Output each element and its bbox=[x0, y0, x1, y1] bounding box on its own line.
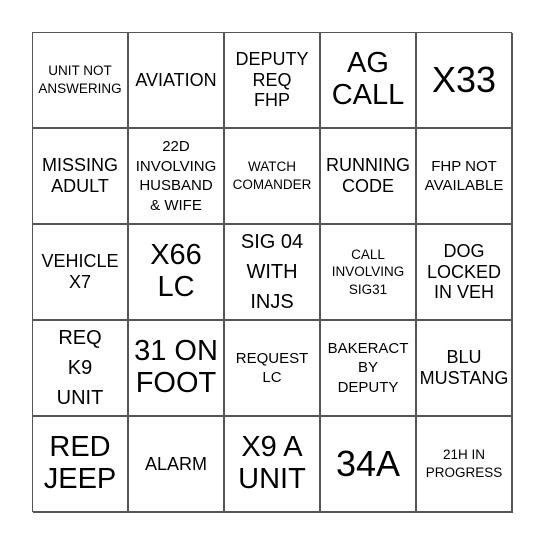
cell-label: 31 ON FOOT bbox=[134, 335, 218, 399]
bingo-cell-r1-c4[interactable]: AG CALL bbox=[321, 33, 417, 129]
cell-label: WATCH COMANDER bbox=[232, 159, 312, 192]
bingo-cell-r4-c1[interactable]: REQ K9 UNIT bbox=[33, 321, 129, 417]
cell-label: AVIATION bbox=[135, 69, 217, 90]
bingo-cell-r5-c1[interactable]: RED JEEP bbox=[33, 417, 129, 513]
bingo-cell-r1-c5[interactable]: X33 bbox=[417, 33, 513, 129]
bingo-cell-r3-c4[interactable]: CALL INVOLVING SIG31 bbox=[321, 225, 417, 321]
cell-label: FHP NOT AVAILABLE bbox=[424, 157, 504, 195]
bingo-cell-r3-c3[interactable]: SIG 04 WITH INJS bbox=[225, 225, 321, 321]
cell-label: 22D INVOLVING HUSBAND & WIFE bbox=[135, 138, 217, 214]
bingo-cell-r3-c1[interactable]: VEHICLE X7 bbox=[33, 225, 129, 321]
cell-label: MISSING ADULT bbox=[41, 155, 118, 196]
cell-label: SIG 04 WITH INJS bbox=[240, 231, 304, 313]
bingo-cell-r3-c2[interactable]: X66 LC bbox=[129, 225, 225, 321]
bingo-cell-r5-c3[interactable]: X9 A UNIT bbox=[225, 417, 321, 513]
cell-label: DEPUTY REQ FHP bbox=[235, 48, 309, 111]
cell-label: X33 bbox=[431, 59, 497, 101]
bingo-cell-r2-c2[interactable]: 22D INVOLVING HUSBAND & WIFE bbox=[129, 129, 225, 225]
cell-label: 34A bbox=[335, 443, 401, 485]
cell-label: BAKERACT BY DEPUTY bbox=[327, 339, 409, 396]
bingo-cell-r2-c3[interactable]: WATCH COMANDER bbox=[225, 129, 321, 225]
bingo-cell-r1-c2[interactable]: AVIATION bbox=[129, 33, 225, 129]
bingo-cell-r4-c2[interactable]: 31 ON FOOT bbox=[129, 321, 225, 417]
cell-label: X9 A UNIT bbox=[238, 431, 306, 495]
cell-label: DOG LOCKED IN VEH bbox=[426, 240, 502, 303]
cell-label: ALARM bbox=[144, 453, 207, 474]
bingo-cell-r1-c1[interactable]: UNIT NOT ANSWERING bbox=[33, 33, 129, 129]
cell-label: VEHICLE X7 bbox=[41, 251, 119, 292]
bingo-cell-r4-c5[interactable]: BLU MUSTANG bbox=[417, 321, 513, 417]
bingo-cell-r2-c4[interactable]: RUNNING CODE bbox=[321, 129, 417, 225]
cell-label: X66 LC bbox=[150, 239, 202, 303]
bingo-board: UNIT NOT ANSWERING AVIATION DEPUTY REQ F… bbox=[32, 32, 513, 513]
bingo-cell-r2-c1[interactable]: MISSING ADULT bbox=[33, 129, 129, 225]
cell-label: UNIT NOT ANSWERING bbox=[38, 63, 122, 96]
cell-label: CALL INVOLVING SIG31 bbox=[331, 246, 405, 297]
cell-label: AG CALL bbox=[331, 47, 405, 111]
bingo-cell-r4-c3[interactable]: REQUEST LC bbox=[225, 321, 321, 417]
bingo-cell-r5-c4[interactable]: 34A bbox=[321, 417, 417, 513]
bingo-cell-r1-c3[interactable]: DEPUTY REQ FHP bbox=[225, 33, 321, 129]
cell-label: REQUEST LC bbox=[235, 349, 309, 387]
cell-label: RED JEEP bbox=[43, 431, 117, 495]
cell-label: RUNNING CODE bbox=[326, 155, 410, 196]
cell-label: REQ K9 UNIT bbox=[56, 327, 104, 409]
bingo-cell-r4-c4[interactable]: BAKERACT BY DEPUTY bbox=[321, 321, 417, 417]
cell-label: 21H IN PROGRESS bbox=[425, 447, 503, 480]
bingo-cell-r3-c5[interactable]: DOG LOCKED IN VEH bbox=[417, 225, 513, 321]
bingo-cell-r2-c5[interactable]: FHP NOT AVAILABLE bbox=[417, 129, 513, 225]
cell-label: BLU MUSTANG bbox=[419, 347, 509, 388]
bingo-cell-r5-c5[interactable]: 21H IN PROGRESS bbox=[417, 417, 513, 513]
bingo-cell-r5-c2[interactable]: ALARM bbox=[129, 417, 225, 513]
